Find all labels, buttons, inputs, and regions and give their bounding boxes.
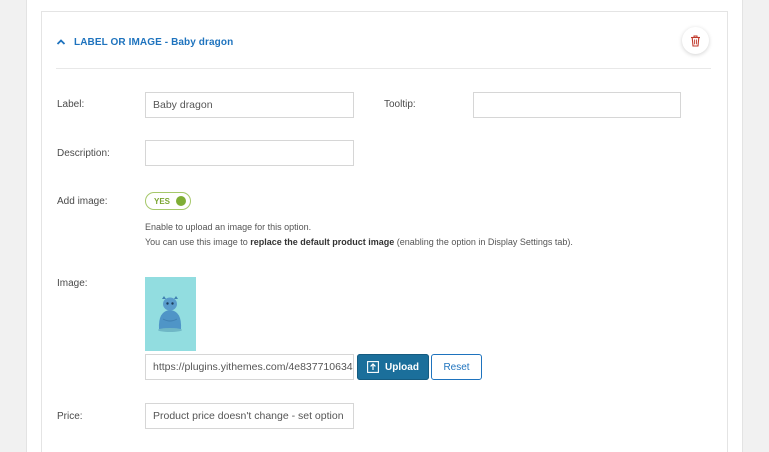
description-input[interactable] — [145, 140, 354, 166]
toggle-knob — [176, 196, 186, 206]
help-suffix: (enabling the option in Display Settings… — [394, 237, 573, 247]
add-image-help-line1: Enable to upload an image for this optio… — [145, 222, 312, 232]
toggle-state-text: YES — [154, 196, 171, 206]
delete-option-button[interactable] — [682, 27, 709, 54]
help-bold: replace the default product image — [250, 237, 395, 247]
label-field-label: Label: — [57, 99, 85, 110]
option-header[interactable]: LABEL OR IMAGE - Baby dragon — [56, 34, 233, 50]
reset-button[interactable]: Reset — [431, 354, 482, 380]
description-field-label: Description: — [57, 148, 110, 159]
help-prefix: You can use this image to — [145, 237, 251, 247]
label-input[interactable]: Baby dragon — [145, 92, 354, 118]
header-divider — [56, 68, 711, 69]
upload-button[interactable]: Upload — [357, 354, 429, 380]
tooltip-input[interactable] — [473, 92, 681, 118]
add-image-toggle[interactable]: YES — [145, 192, 191, 210]
trash-icon — [691, 35, 700, 47]
option-image-thumbnail — [145, 277, 196, 351]
add-image-field-label: Add image: — [57, 196, 108, 207]
upload-icon — [367, 361, 379, 373]
add-image-help-line2: You can use this image to replace the de… — [145, 237, 573, 247]
upload-button-label: Upload — [385, 361, 419, 373]
option-title: LABEL OR IMAGE - Baby dragon — [74, 36, 234, 48]
baby-dragon-image — [145, 277, 196, 351]
price-select[interactable]: Product price doesn't change - set optio… — [145, 403, 354, 429]
image-url-input[interactable]: https://plugins.yithemes.com/4e837710634 — [145, 354, 354, 380]
tooltip-field-label: Tooltip: — [384, 99, 416, 110]
image-field-label: Image: — [57, 278, 88, 289]
price-field-label: Price: — [57, 411, 83, 422]
chevron-up-icon[interactable] — [56, 37, 66, 47]
